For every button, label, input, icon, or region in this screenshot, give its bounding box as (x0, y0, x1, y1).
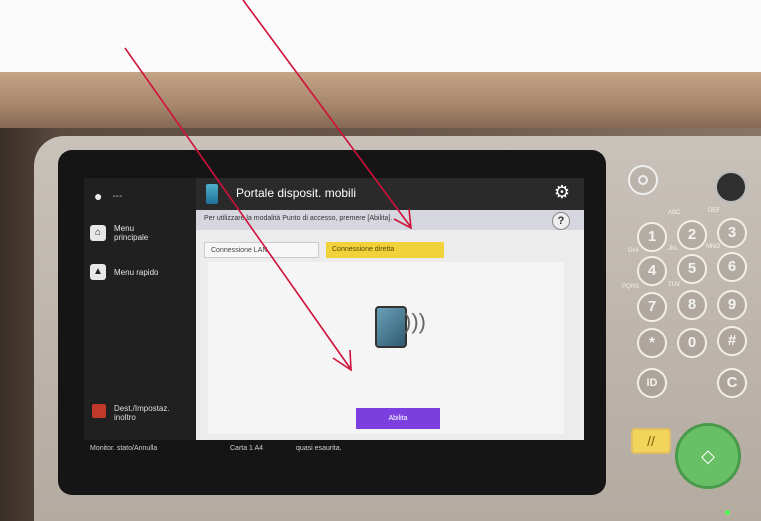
key-8[interactable]: 8 (677, 290, 707, 320)
status-monitor-button[interactable]: Monitor. stato/Annulla (90, 445, 157, 452)
wall-background (0, 0, 761, 75)
key-3[interactable]: 3 (717, 218, 747, 248)
key-6[interactable]: 6 (717, 252, 747, 282)
tab-direct-connection[interactable]: Connessione diretta (326, 242, 444, 258)
device-top-panel (0, 72, 761, 132)
forward-settings-label: Dest./Impostaz. inoltro (114, 404, 170, 422)
title-bar: Portale disposit. mobili ⚙ (196, 178, 584, 210)
touch-screen: ● --- ⌂ Menu principale ▲ Menu rapido De… (84, 178, 584, 459)
key-9[interactable]: 9 (717, 290, 747, 320)
stop-button[interactable]: // (631, 428, 671, 454)
gear-icon[interactable]: ⚙ (554, 182, 570, 202)
key-0[interactable]: 0 (677, 328, 707, 358)
wireless-signal-icon: ))) (404, 309, 426, 334)
sidebar-item-quick-menu[interactable]: ▲ Menu rapido (90, 264, 158, 280)
user-login[interactable]: ● --- (94, 188, 122, 204)
home-button[interactable] (628, 165, 658, 195)
power-button[interactable] (715, 171, 747, 203)
key-letters-mno: MNO (706, 244, 720, 250)
quick-menu-icon: ▲ (90, 264, 106, 280)
status-bar: Monitor. stato/Annulla Carta 1 A4 quasi … (84, 440, 584, 459)
paper-status-message: quasi esaurita. (296, 445, 342, 452)
tab-lan-connection[interactable]: Connessione LAN (204, 242, 319, 258)
key-id[interactable]: ID (637, 368, 667, 398)
instruction-bar: Per utilizzare la modalità Punto di acce… (196, 210, 584, 230)
help-button[interactable]: ? (552, 212, 570, 230)
key-letters-def: DEF (708, 208, 720, 214)
key-letters-pqrs: PQRS (622, 284, 640, 290)
home-icon: ⌂ (90, 225, 106, 241)
key-7[interactable]: 7 (637, 292, 667, 322)
enable-button[interactable]: Abilita (356, 408, 440, 429)
mobile-portal-icon (206, 184, 218, 204)
sidebar-item-label: Menu principale (114, 224, 149, 242)
key-clear[interactable]: C (717, 368, 747, 398)
key-letters-ghi: GHI (628, 248, 639, 254)
main-content: Connessione LAN Connessione diretta ))) … (196, 230, 584, 440)
user-label: --- (112, 190, 123, 202)
smartphone-icon (375, 306, 407, 348)
key-1[interactable]: 1 (637, 222, 667, 252)
sidebar-item-main-menu[interactable]: ⌂ Menu principale (90, 224, 154, 242)
key-letters-jkl: JKL (668, 246, 679, 252)
key-5[interactable]: 5 (677, 254, 707, 284)
sidebar: ● --- ⌂ Menu principale ▲ Menu rapido De… (84, 178, 196, 440)
key-2[interactable]: 2 (677, 220, 707, 250)
key-star[interactable]: * (637, 328, 667, 358)
paper-status-label: Carta 1 A4 (230, 445, 264, 452)
user-icon: ● (94, 188, 103, 204)
forward-settings-button[interactable]: Dest./Impostaz. inoltro (92, 404, 170, 422)
key-letters-tuv: TUV (668, 282, 680, 288)
key-letters-abc: ABC (668, 210, 681, 216)
start-button[interactable]: ◇ (675, 423, 741, 489)
key-hash[interactable]: # (717, 326, 747, 356)
page-title: Portale disposit. mobili (236, 186, 357, 200)
key-4[interactable]: 4 (637, 256, 667, 286)
forward-icon (92, 404, 106, 418)
sidebar-item-label: Menu rapido (114, 267, 159, 277)
power-led (725, 510, 730, 515)
instruction-text: Per utilizzare la modalità Punto di acce… (204, 215, 393, 222)
direct-connection-panel: ))) Abilita (208, 262, 564, 434)
